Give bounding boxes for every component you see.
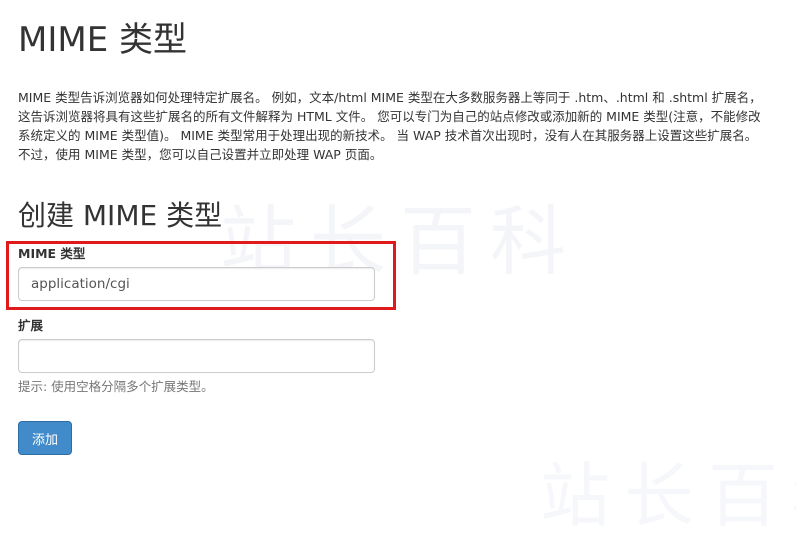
create-section-title: 创建 MIME 类型 — [18, 199, 223, 232]
add-button[interactable]: 添加 — [18, 421, 72, 455]
page-description: MIME 类型告诉浏览器如何处理特定扩展名。 例如，文本/html MIME 类… — [18, 90, 762, 162]
extension-help-text: 提示: 使用空格分隔多个扩展类型。 — [18, 379, 214, 394]
extension-input[interactable] — [18, 339, 375, 373]
mime-type-label: MIME 类型 — [18, 246, 86, 261]
mime-type-input[interactable] — [18, 267, 375, 301]
page-title: MIME 类型 — [18, 20, 187, 60]
extension-label: 扩展 — [18, 318, 44, 333]
watermark-bottom: 站长百科 — [540, 455, 796, 537]
